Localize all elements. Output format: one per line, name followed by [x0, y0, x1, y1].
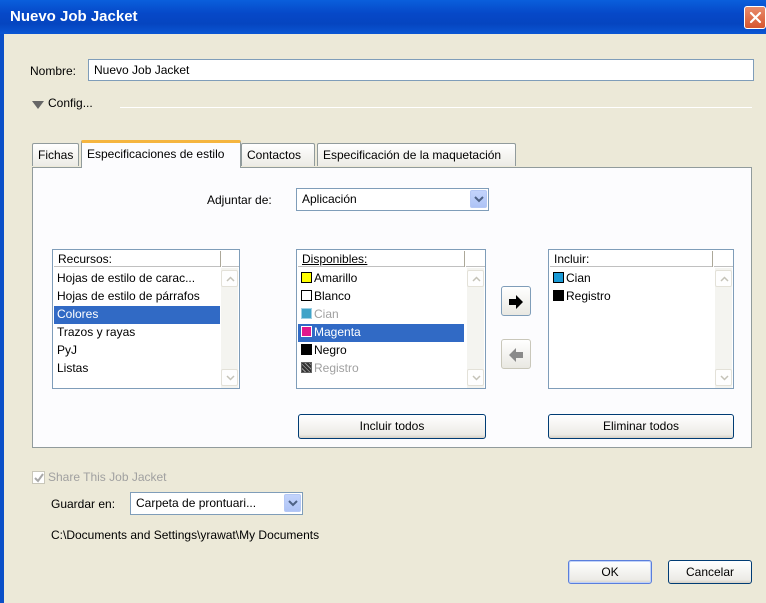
attach-select[interactable]: Aplicación	[296, 188, 489, 211]
scroll-down-button[interactable]	[221, 369, 238, 386]
close-button[interactable]	[744, 6, 766, 29]
color-swatch	[301, 326, 312, 337]
include-header: Incluir:	[550, 251, 733, 267]
list-item[interactable]: Cian	[298, 306, 464, 324]
chevron-up-icon	[472, 276, 481, 282]
window-frame	[0, 34, 4, 603]
list-item[interactable]: Amarillo	[298, 270, 464, 288]
title-bar: Nuevo Job Jacket	[0, 0, 766, 34]
list-item[interactable]: Registro	[550, 288, 710, 306]
cancel-button[interactable]: Cancelar	[668, 560, 752, 584]
color-swatch	[301, 362, 312, 373]
scroll-up-button[interactable]	[467, 270, 484, 287]
resources-list[interactable]: Recursos: Hojas de estilo de carac... Ho…	[52, 249, 240, 389]
scroll-up-button[interactable]	[221, 270, 238, 287]
save-in-label: Guardar en:	[51, 497, 116, 511]
include-header-label: Incluir:	[554, 252, 590, 266]
tab-layout-spec[interactable]: Especificación de la maquetación	[317, 143, 516, 166]
chevron-down-icon	[720, 375, 729, 381]
list-item-label: Cian	[566, 271, 591, 285]
scrollbar[interactable]	[715, 268, 732, 388]
color-swatch	[301, 272, 312, 283]
tab-contactos[interactable]: Contactos	[241, 143, 315, 166]
available-list[interactable]: Disponibles: Amarillo Blanco Cian Magent…	[296, 249, 486, 389]
scrollbar[interactable]	[467, 268, 484, 388]
chevron-up-icon	[720, 276, 729, 282]
attach-label: Adjuntar de:	[207, 193, 272, 207]
header-separator	[712, 251, 714, 267]
list-item[interactable]: Negro	[298, 342, 464, 360]
list-item-label: Magenta	[314, 325, 361, 339]
list-item-label: Amarillo	[314, 271, 358, 285]
config-label[interactable]: Config...	[48, 96, 93, 110]
tab-fichas[interactable]: Fichas	[32, 143, 79, 166]
list-item[interactable]: PyJ	[54, 342, 220, 360]
list-item-label: Registro	[314, 361, 359, 375]
name-label: Nombre:	[30, 64, 77, 78]
header-separator	[464, 251, 466, 267]
include-list[interactable]: Incluir: Cian Registro	[548, 249, 734, 389]
color-swatch	[553, 272, 564, 283]
collapse-triangle-icon[interactable]	[32, 101, 44, 109]
remove-all-button[interactable]: Eliminar todos	[548, 414, 734, 439]
share-label: Share This Job Jacket	[48, 470, 167, 484]
scrollbar[interactable]	[221, 268, 238, 388]
include-all-button[interactable]: Incluir todos	[298, 414, 486, 439]
color-swatch	[301, 290, 312, 301]
scroll-down-button[interactable]	[715, 369, 732, 386]
attach-value: Aplicación	[302, 192, 357, 206]
save-path: C:\Documents and Settings\yrawat\My Docu…	[51, 528, 320, 542]
color-swatch	[301, 308, 312, 319]
list-item[interactable]: Registro	[298, 360, 464, 378]
list-item[interactable]: Magenta	[298, 324, 464, 342]
ok-button[interactable]: OK	[568, 560, 652, 584]
list-item[interactable]: Cian	[550, 270, 710, 288]
dropdown-arrow[interactable]	[284, 494, 301, 512]
list-item-label: Cian	[314, 307, 339, 321]
available-header: Disponibles:	[298, 251, 485, 267]
list-item[interactable]: Colores	[54, 306, 220, 324]
scroll-down-button[interactable]	[467, 369, 484, 386]
resources-header: Recursos:	[54, 251, 239, 267]
color-swatch	[301, 344, 312, 355]
chevron-down-icon	[474, 196, 484, 203]
chevron-down-icon	[288, 500, 298, 507]
list-item-label: Registro	[566, 289, 611, 303]
checkmark-icon	[34, 473, 44, 483]
chevron-down-icon	[472, 375, 481, 381]
add-to-include-button[interactable]	[501, 286, 531, 316]
list-item[interactable]: Trazos y rayas	[54, 324, 220, 342]
resources-header-label: Recursos:	[58, 252, 113, 266]
tab-label: Especificaciones de estilo	[87, 147, 225, 161]
dropdown-arrow[interactable]	[470, 190, 487, 208]
list-item[interactable]: Hojas de estilo de párrafos	[54, 288, 220, 306]
header-separator	[220, 251, 222, 267]
arrow-left-icon	[509, 348, 523, 362]
save-in-value: Carpeta de prontuari...	[136, 496, 257, 510]
share-checkbox[interactable]	[32, 471, 45, 484]
config-divider	[120, 107, 752, 108]
scroll-up-button[interactable]	[715, 270, 732, 287]
chevron-down-icon	[226, 375, 235, 381]
tab-style-specs[interactable]: Especificaciones de estilo	[81, 140, 241, 168]
list-item[interactable]: Blanco	[298, 288, 464, 306]
list-item[interactable]: Hojas de estilo de carac...	[54, 270, 220, 288]
arrow-right-icon	[509, 295, 523, 309]
remove-from-include-button[interactable]	[501, 339, 531, 369]
list-item[interactable]: Listas	[54, 360, 220, 378]
chevron-up-icon	[226, 276, 235, 282]
list-item-label: Negro	[314, 343, 347, 357]
tab-label: Contactos	[247, 148, 302, 162]
color-swatch	[553, 290, 564, 301]
save-in-select[interactable]: Carpeta de prontuari...	[130, 492, 303, 515]
available-header-label: Disponibles:	[302, 252, 368, 266]
list-item-label: Blanco	[314, 289, 351, 303]
name-input[interactable]: Nuevo Job Jacket	[88, 59, 754, 81]
tab-label: Fichas	[38, 148, 74, 162]
tab-label: Especificación de la maquetación	[323, 148, 502, 162]
window-title: Nuevo Job Jacket	[10, 8, 138, 25]
close-icon	[749, 11, 762, 24]
